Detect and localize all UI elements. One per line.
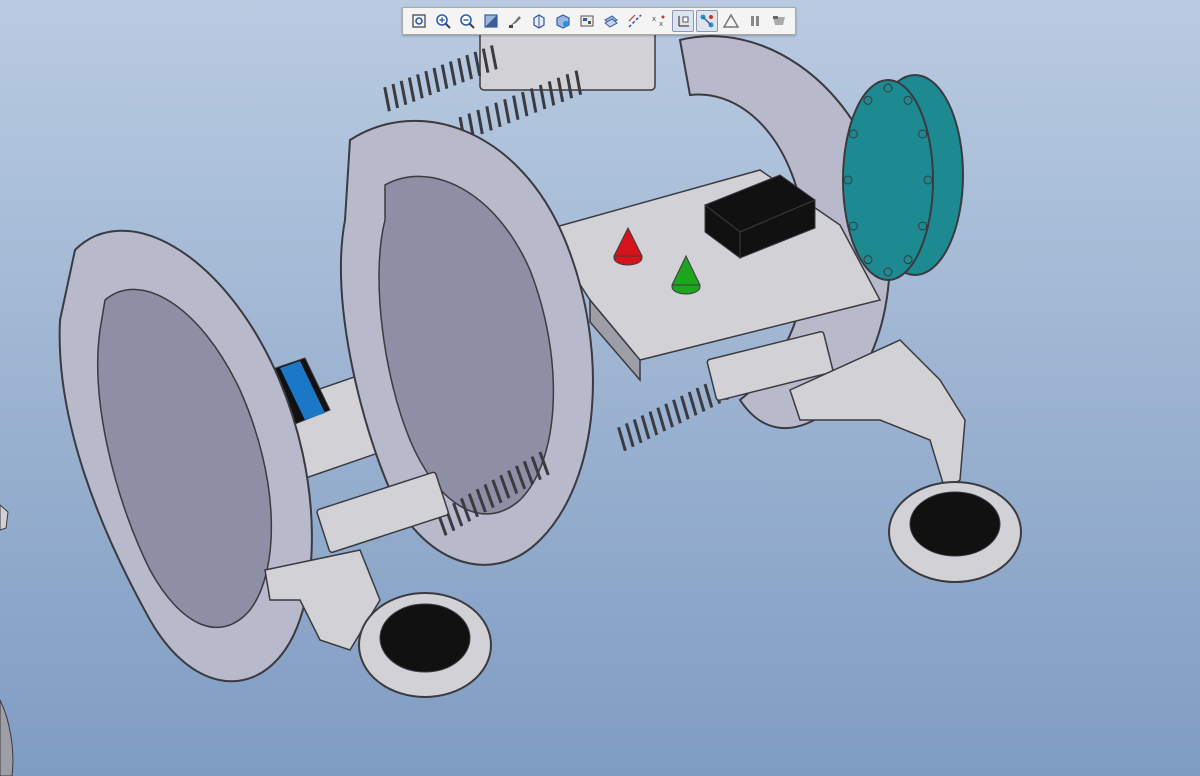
spring-coil <box>440 64 449 89</box>
spring-coil <box>512 95 520 120</box>
spring-coil <box>672 399 682 424</box>
spring-coil <box>521 91 529 117</box>
hub-stud <box>863 95 873 105</box>
spring-coil <box>416 74 424 99</box>
spring-coil <box>473 51 482 77</box>
spring-coil <box>432 67 441 93</box>
repaint-icon <box>509 16 521 28</box>
spin-center-icon <box>722 13 740 28</box>
spring-coil <box>695 387 706 412</box>
reorient-button[interactable] <box>480 10 501 32</box>
spring-coil <box>448 61 457 86</box>
spring-coil <box>391 83 400 109</box>
spring-coil <box>648 411 659 436</box>
spring-coil <box>703 383 714 408</box>
svg-text:x: x <box>652 15 656 23</box>
spring-coil <box>407 77 416 102</box>
spring-coil <box>640 415 651 440</box>
coordinate-systems-button[interactable] <box>672 10 694 32</box>
datum-axes-icon <box>628 14 642 28</box>
flip-icon <box>773 16 785 25</box>
datum-planes-icon <box>604 15 618 28</box>
spring-coil <box>624 422 635 448</box>
datum-points-button[interactable]: xx <box>648 10 669 32</box>
spring-coil <box>529 88 538 113</box>
display-style-button[interactable] <box>552 10 573 32</box>
spring-coil <box>687 391 698 416</box>
reorient-icon <box>484 14 498 28</box>
hub-stud <box>918 221 928 231</box>
spring-coil <box>617 426 627 452</box>
spring-coil <box>424 70 432 96</box>
spring-coil <box>399 80 408 106</box>
view-manager-icon <box>580 15 594 27</box>
spring-coil <box>465 54 473 80</box>
view-manager-button[interactable] <box>576 10 597 32</box>
pause-icon <box>751 16 759 26</box>
graphics-toolbar: xx <box>402 7 796 35</box>
hub-stud <box>903 95 913 105</box>
display-style-icon <box>556 14 570 29</box>
model-scene[interactable] <box>0 0 1200 776</box>
hub-stud <box>903 255 913 265</box>
spring-coil <box>664 403 674 428</box>
right-caster-wheel[interactable] <box>888 481 1022 583</box>
datum-axes-button[interactable] <box>624 10 645 32</box>
repaint-button[interactable] <box>504 10 525 32</box>
refit-icon <box>412 14 426 28</box>
hub-stud <box>883 267 893 277</box>
spring-coil <box>632 419 643 444</box>
coordinate-systems-icon <box>678 16 689 27</box>
annotations-icon <box>700 14 714 28</box>
zoom-out-button[interactable] <box>456 10 477 32</box>
hub-stud <box>918 129 928 139</box>
hub-stud <box>843 175 853 185</box>
pause-button[interactable] <box>744 10 765 32</box>
datum-points-icon: xx <box>652 15 665 28</box>
spring-coil <box>476 109 484 135</box>
hub-stud <box>863 255 873 265</box>
refit-button[interactable] <box>408 10 429 32</box>
hub-stud <box>883 83 893 93</box>
datum-planes-button[interactable] <box>600 10 621 32</box>
left-caster-wheel[interactable] <box>358 592 492 698</box>
spring-coil <box>383 86 391 112</box>
zoom-out-icon <box>460 14 475 29</box>
saved-views-button[interactable] <box>528 10 549 32</box>
graphics-viewport[interactable]: xx <box>0 0 1200 776</box>
teal-wheel-hub[interactable] <box>842 74 964 281</box>
hub-stud <box>848 221 858 231</box>
spring-coil <box>656 407 667 432</box>
offscreen-part-left <box>0 504 14 776</box>
spring-coil <box>485 106 493 131</box>
annotations-button[interactable] <box>696 10 718 32</box>
zoom-in-icon <box>436 14 451 29</box>
spring-coil <box>494 102 502 128</box>
flip-button[interactable] <box>768 10 789 32</box>
hub-stud <box>848 129 858 139</box>
spring-coil <box>457 58 465 83</box>
front-left-ring[interactable] <box>58 229 313 683</box>
spin-center-button[interactable] <box>720 10 741 32</box>
zoom-in-button[interactable] <box>432 10 453 32</box>
hub-stud <box>923 175 933 185</box>
svg-text:x: x <box>659 20 663 28</box>
spring-coil <box>503 98 511 124</box>
saved-views-icon <box>533 14 545 29</box>
spring-coil <box>679 395 690 420</box>
